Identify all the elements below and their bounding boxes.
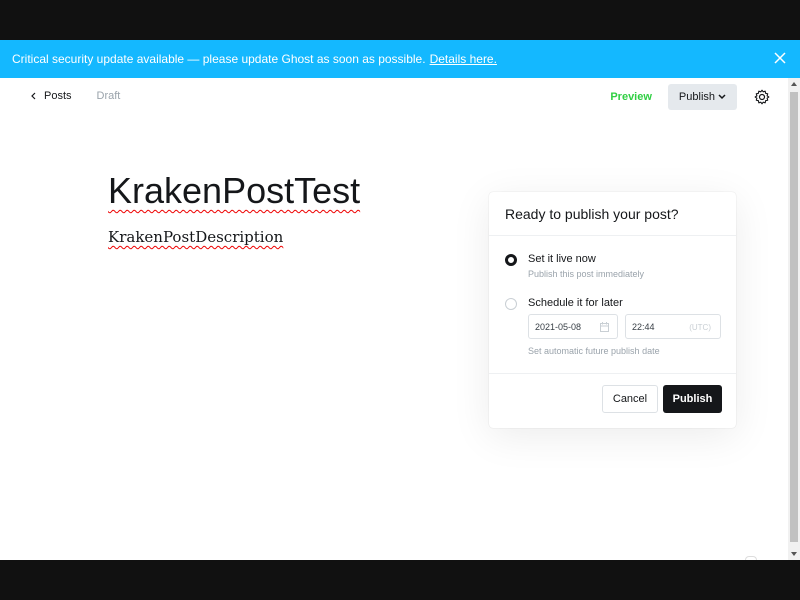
editor-area: Posts Draft Preview Publish KrakenPostTe…	[0, 78, 788, 560]
cancel-button[interactable]: Cancel	[602, 385, 658, 413]
publish-trigger-label: Publish	[678, 91, 715, 103]
publish-dropdown-heading: Ready to publish your post?	[489, 192, 736, 236]
back-to-posts-link[interactable]: Posts	[30, 90, 72, 102]
page-scrollbar[interactable]	[788, 78, 800, 560]
window-top-frame	[0, 0, 800, 40]
divider	[489, 373, 736, 374]
post-body[interactable]: KrakenPostDescription	[108, 228, 283, 246]
schedule-date-input[interactable]: 2021-05-08	[528, 314, 618, 339]
editor-nav-right: Preview Publish	[610, 84, 770, 110]
chevron-down-icon	[718, 94, 726, 100]
window-bottom-frame	[0, 560, 800, 600]
close-icon[interactable]	[773, 51, 787, 65]
scroll-down-arrow-icon[interactable]	[791, 552, 797, 556]
publish-button[interactable]: Publish	[663, 385, 722, 413]
publish-dropdown: Ready to publish your post? Set it live …	[489, 192, 736, 428]
scrollbar-thumb[interactable]	[790, 92, 798, 542]
publish-menu-trigger[interactable]: Publish	[667, 84, 737, 110]
scroll-up-arrow-icon[interactable]	[791, 82, 797, 86]
publish-now-radio[interactable]	[505, 254, 517, 266]
publish-now-option[interactable]: Set it live now Publish this post immedi…	[505, 253, 644, 279]
publish-now-title: Set it live now	[528, 253, 596, 265]
schedule-later-option[interactable]: Schedule it for later	[505, 297, 623, 310]
timezone-label: (UTC)	[689, 323, 711, 332]
banner-details-link[interactable]: Details here.	[430, 52, 497, 66]
post-title[interactable]: KrakenPostTest	[108, 170, 360, 212]
editor-nav-left: Posts Draft	[30, 90, 120, 102]
publish-now-subtitle: Publish this post immediately	[528, 269, 645, 279]
calendar-icon	[600, 322, 609, 332]
chevron-left-icon	[31, 92, 36, 100]
gear-icon[interactable]	[754, 89, 770, 105]
schedule-later-title: Schedule it for later	[528, 297, 623, 309]
schedule-note: Set automatic future publish date	[528, 346, 660, 356]
schedule-date-value: 2021-05-08	[535, 321, 582, 332]
post-status: Draft	[96, 90, 121, 102]
schedule-later-radio[interactable]	[505, 298, 517, 310]
security-update-banner: Critical security update available — ple…	[0, 40, 800, 78]
schedule-time-input[interactable]: 22:44 (UTC)	[625, 314, 721, 339]
schedule-time-value: 22:44	[632, 321, 655, 332]
banner-message: Critical security update available — ple…	[12, 52, 426, 66]
preview-button[interactable]: Preview	[610, 91, 652, 103]
back-label: Posts	[44, 90, 72, 102]
